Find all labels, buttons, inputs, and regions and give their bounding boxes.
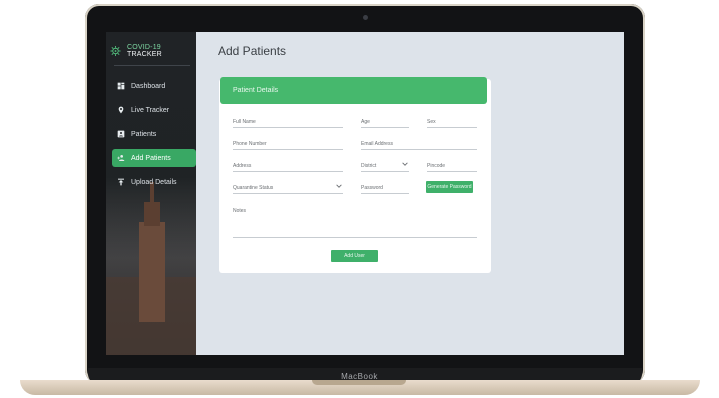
sidebar-item-live-tracker[interactable]: Live Tracker [112,101,196,119]
app-name: COVID-19 TRACKER [127,44,192,58]
sidebar-item-label: Upload Details [131,178,177,186]
sidebar-tower-silhouette [139,222,165,322]
address-underline [233,171,343,172]
notes-field[interactable]: Notes [233,208,477,238]
sidebar-item-label: Live Tracker [131,106,170,114]
sidebar-divider [114,65,190,66]
full-name-underline [233,127,343,128]
email-label: Email Address [361,141,393,147]
notes-underline [233,237,477,238]
sidebar-item-label: Add Patients [131,154,171,162]
app-name-part1: COVID-19 [127,44,161,51]
pincode-field[interactable]: Pincode [427,163,477,172]
age-underline [361,127,409,128]
full-name-label: Full Name [233,119,256,125]
generate-password-button[interactable]: Generate Password [426,181,473,193]
district-select[interactable]: District [361,163,409,172]
sidebar-tower-top [144,202,160,226]
age-label: Age [361,119,370,125]
password-label: Password [361,185,383,191]
app-screen: COVID-19 TRACKER Dashboard Live Tracker … [106,32,624,355]
sidebar-item-add-patients[interactable]: Add Patients [112,149,196,167]
sex-underline [427,127,477,128]
camera-dot [363,15,368,20]
phone-field[interactable]: Phone Number [233,141,343,150]
district-underline [361,171,409,172]
phone-label: Phone Number [233,141,267,147]
quarantine-status-underline [233,193,343,194]
sex-label: Sex [427,119,436,125]
sidebar: COVID-19 TRACKER Dashboard Live Tracker … [106,32,196,355]
quarantine-status-select[interactable]: Quarantine Status [233,185,343,194]
location-pin-icon [118,106,124,114]
add-user-button[interactable]: Add User [331,250,378,262]
password-field[interactable]: Password [361,185,409,194]
age-field[interactable]: Age [361,119,409,128]
patient-details-card: Patient Details Full Name Age Sex Phone … [219,77,491,273]
sidebar-item-dashboard[interactable]: Dashboard [112,77,196,95]
dashboard-icon [117,82,125,90]
quarantine-status-label: Quarantine Status [233,185,274,191]
upload-icon [118,178,124,186]
chevron-down-icon [402,162,408,166]
chevron-down-icon [336,184,342,188]
sidebar-nav: Dashboard Live Tracker Patients Add Pati… [112,77,196,197]
card-header: Patient Details [220,77,487,104]
sex-field[interactable]: Sex [427,119,477,128]
person-card-icon [117,130,125,138]
email-field[interactable]: Email Address [361,141,477,150]
virus-logo-icon [110,45,121,57]
phone-underline [233,149,343,150]
notes-label: Notes [233,208,247,214]
pincode-label: Pincode [427,163,446,169]
password-underline [361,193,409,194]
district-label: District [361,163,377,169]
page-title: Add Patients [218,44,287,58]
add-user-icon [117,155,125,161]
app-name-part2: TRACKER [127,51,162,58]
sidebar-item-label: Dashboard [131,82,166,90]
laptop-base-notch [312,380,406,385]
sidebar-item-patients[interactable]: Patients [112,125,196,143]
sidebar-item-label: Patients [131,130,157,138]
address-label: Address [233,163,252,169]
full-name-field[interactable]: Full Name [233,119,343,128]
address-field[interactable]: Address [233,163,343,172]
pincode-underline [427,171,477,172]
email-underline [361,149,477,150]
sidebar-item-upload-details[interactable]: Upload Details [112,173,196,191]
app-logo[interactable]: COVID-19 TRACKER [110,44,192,58]
